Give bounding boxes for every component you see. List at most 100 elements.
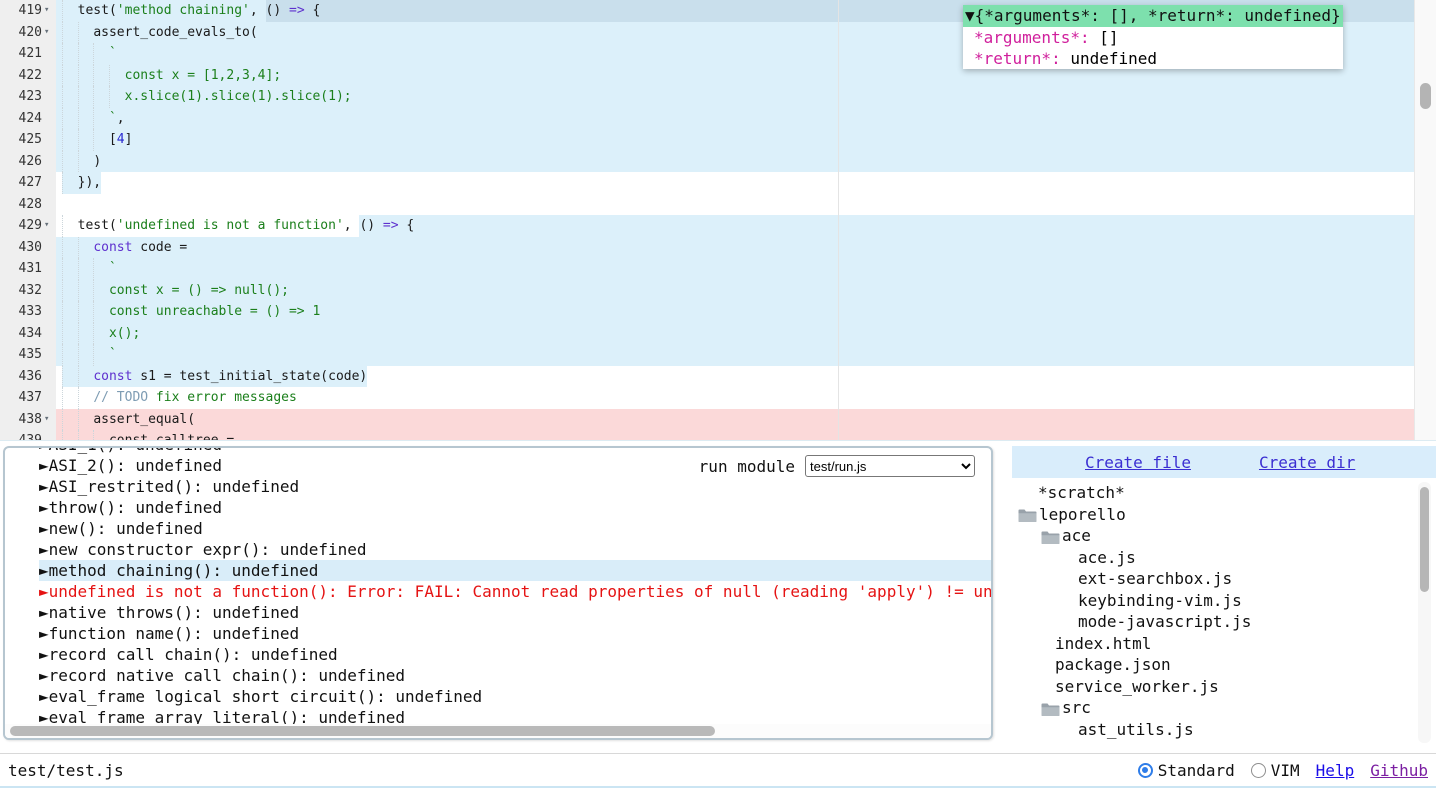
test-result-row[interactable]: ►native throws(): undefined [39, 602, 991, 623]
tree-folder-row[interactable]: ace [1012, 525, 1436, 547]
gutter-cell: 425 [0, 129, 56, 151]
tree-file-row[interactable]: index.html [1012, 633, 1436, 655]
test-result-row[interactable]: ►new(): undefined [39, 518, 991, 539]
test-result-row[interactable]: ►undefined is not a function(): Error: F… [39, 581, 991, 602]
code-editor[interactable]: 419▾test('method chaining', () => {420▾a… [0, 0, 1436, 441]
test-result-row[interactable]: ►ASI_1(): undefined [39, 446, 991, 455]
keybinding-standard-option[interactable]: Standard [1138, 761, 1235, 780]
tree-file-row[interactable]: ext-searchbox.js [1012, 568, 1436, 590]
code-line[interactable]: 433const unreachable = () => 1 [0, 301, 1436, 323]
indent-guide [78, 151, 94, 173]
radio-unselected-icon[interactable] [1251, 763, 1266, 778]
code-line[interactable]: 428 [0, 194, 1436, 216]
fold-icon[interactable]: ▾ [44, 0, 56, 22]
tree-folder-row[interactable]: src [1012, 697, 1436, 719]
tree-folder-row[interactable]: leporello [1012, 504, 1436, 526]
radio-selected-icon[interactable] [1138, 763, 1153, 778]
create-file-link[interactable]: Create file [1085, 453, 1191, 472]
tree-file-row[interactable]: service_worker.js [1012, 676, 1436, 698]
indent-guide [62, 237, 78, 259]
scrollbar-thumb[interactable] [1420, 83, 1431, 109]
tree-item-label: leporello [1039, 504, 1126, 526]
tree-file-row[interactable]: ast_utils.js [1012, 719, 1436, 741]
tree-item-label: src [1062, 697, 1091, 719]
indent-guide [62, 86, 78, 108]
fold-icon[interactable]: ▾ [44, 22, 56, 44]
test-result-row[interactable]: ►eval_frame logical short circuit(): und… [39, 686, 991, 707]
gutter-cell: 433 [0, 301, 56, 323]
test-result-row[interactable]: ►record call chain(): undefined [39, 644, 991, 665]
keybinding-vim-option[interactable]: VIM [1251, 761, 1300, 780]
indent-guide [93, 323, 109, 345]
code-line[interactable]: 439const calltree = [0, 430, 1436, 441]
create-dir-link[interactable]: Create dir [1259, 453, 1355, 472]
gutter-cell[interactable]: 419▾ [0, 0, 56, 22]
test-result-row[interactable]: ►new constructor expr(): undefined [39, 539, 991, 560]
tree-item-label: ace.js [1078, 547, 1136, 569]
indent-guide [62, 108, 78, 130]
code-line[interactable]: 431` [0, 258, 1436, 280]
code-line-text: ) [56, 151, 1436, 173]
code-line[interactable]: 432const x = () => null(); [0, 280, 1436, 302]
gutter-cell: 430 [0, 237, 56, 259]
gutter-cell[interactable]: 429▾ [0, 215, 56, 237]
gutter-cell: 426 [0, 151, 56, 173]
run-module-select[interactable]: test/run.js [805, 455, 975, 477]
code-line[interactable]: 423x.slice(1).slice(1).slice(1); [0, 86, 1436, 108]
code-line[interactable]: 435` [0, 344, 1436, 366]
indent-guide [78, 237, 94, 259]
scrollbar-thumb[interactable] [1420, 487, 1429, 592]
indent-guide [78, 65, 94, 87]
line-number: 432 [0, 280, 44, 302]
fold-icon[interactable]: ▾ [44, 215, 56, 237]
code-line[interactable]: 436const s1 = test_initial_state(code) [0, 366, 1436, 388]
code-line[interactable]: 438▾assert_equal( [0, 409, 1436, 431]
indent-guide [62, 323, 78, 345]
code-line[interactable]: 425[4] [0, 129, 1436, 151]
code-line-text: x.slice(1).slice(1).slice(1); [56, 86, 1436, 108]
tree-vertical-scrollbar[interactable] [1418, 482, 1431, 743]
code-line[interactable]: 434x(); [0, 323, 1436, 345]
value-inspector-tooltip[interactable]: ▼{*arguments*: [], *return*: undefined} … [963, 5, 1343, 69]
test-result-row[interactable]: ►ASI_restrited(): undefined [39, 476, 991, 497]
tree-item-label: mode-javascript.js [1078, 611, 1251, 633]
scrollbar-thumb[interactable] [10, 726, 715, 736]
code-line[interactable]: 427}), [0, 172, 1436, 194]
tree-file-row[interactable]: *scratch* [1012, 482, 1436, 504]
test-result-row[interactable]: ►method chaining(): undefined [39, 560, 991, 581]
indent-guide [78, 22, 94, 44]
tooltip-header[interactable]: ▼{*arguments*: [], *return*: undefined} [963, 5, 1343, 27]
gutter-cell[interactable]: 438▾ [0, 409, 56, 431]
tree-file-row[interactable]: keybinding-vim.js [1012, 590, 1436, 612]
github-link[interactable]: Github [1370, 761, 1428, 780]
tree-file-row[interactable]: package.json [1012, 654, 1436, 676]
indent-guide [93, 65, 109, 87]
code-line[interactable]: 426) [0, 151, 1436, 173]
code-line[interactable]: 437// TODO fix error messages [0, 387, 1436, 409]
code-line[interactable]: 429▾test('undefined is not a function', … [0, 215, 1436, 237]
tree-file-row[interactable]: mode-javascript.js [1012, 611, 1436, 633]
test-results-panel: ►ASI_1(): undefined►ASI_2(): undefined►A… [3, 446, 993, 740]
console-horizontal-scrollbar[interactable] [5, 724, 991, 738]
test-result-row[interactable]: ►record native call chain(): undefined [39, 665, 991, 686]
tree-file-row[interactable]: ace.js [1012, 547, 1436, 569]
code-line-text: test('undefined is not a function', () =… [56, 215, 1436, 237]
indent-guide [78, 323, 94, 345]
gutter-cell[interactable]: 420▾ [0, 22, 56, 44]
test-result-row[interactable]: ►function name(): undefined [39, 623, 991, 644]
help-link[interactable]: Help [1316, 761, 1355, 780]
tooltip-row[interactable]: *return*: undefined [963, 48, 1343, 69]
code-line[interactable]: 430const code = [0, 237, 1436, 259]
editor-vertical-scrollbar[interactable] [1414, 0, 1436, 441]
indent-guide [78, 409, 94, 431]
line-number: 431 [0, 258, 44, 280]
indent-guide [62, 280, 78, 302]
code-line[interactable]: 424`, [0, 108, 1436, 130]
status-bar-right: Standard VIM Help Github [1138, 761, 1428, 780]
fold-icon[interactable]: ▾ [44, 409, 56, 431]
indent-guide [78, 86, 94, 108]
test-result-row[interactable]: ►throw(): undefined [39, 497, 991, 518]
tooltip-row[interactable]: *arguments*: [] [963, 27, 1343, 48]
indent-guide [62, 366, 78, 388]
indent-guide [93, 86, 109, 108]
